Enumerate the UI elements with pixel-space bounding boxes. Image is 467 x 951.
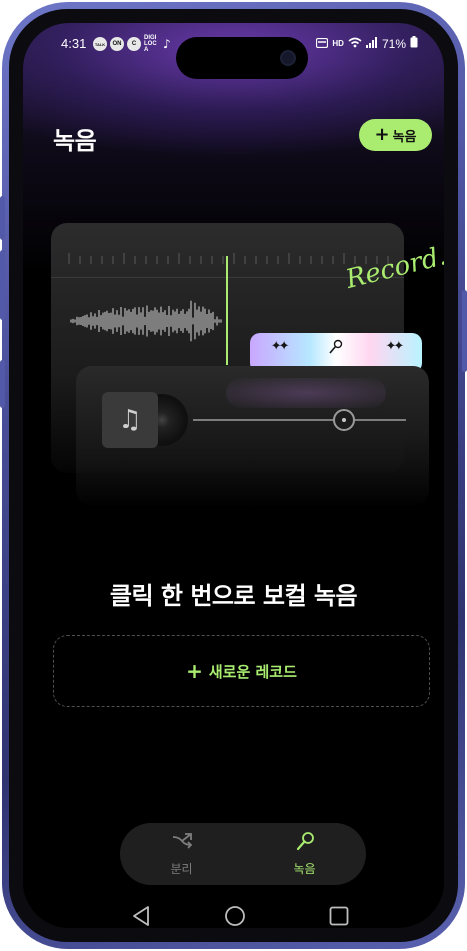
home-icon[interactable] [224,905,246,928]
tab-record[interactable]: 녹음 [243,823,366,885]
page-title: 녹음 [53,127,97,155]
plus-icon: + [374,124,390,145]
wifi-icon [348,37,362,51]
battery-icon [410,36,418,51]
back-icon[interactable] [131,905,151,928]
player-card: ♫ [76,366,429,506]
tab-split[interactable]: 분리 [120,823,243,885]
talk-icon: TALK [93,37,107,51]
music-note-icon: ♫ [118,405,142,435]
microphone-icon [328,339,344,359]
tab-record-label: 녹음 [293,862,316,876]
add-record-label: 녹음 [392,129,417,145]
volume-up-button [0,196,5,240]
signal-icon [365,36,378,51]
power-button [462,290,467,372]
notification-icons: TALK ON C DIGI LOCA ♪ [93,35,171,53]
plus-icon: + [186,659,203,683]
camera-icon [280,50,296,66]
bottom-tab-bar: 분리 녹음 [120,823,366,885]
split-icon [171,831,193,854]
tab-split-label: 분리 [170,862,193,876]
digiloca-icon: DIGI LOCA [144,35,157,53]
album-art: ♫ [102,392,158,448]
headline: 클릭 한 번으로 보컬 녹음 [109,582,358,610]
tiktok-icon: ♪ [163,37,171,51]
new-record-button[interactable]: + 새로운 레코드 [53,635,430,707]
dynamic-island [176,37,308,79]
volume-down-button [0,250,5,320]
status-time: 4:31 [61,36,87,51]
glow-decoration [226,378,386,408]
phone-bezel: 4:31 TALK ON C DIGI LOCA ♪ HD 71% 녹음 + 녹… [9,9,458,942]
battery-percent: 71% [381,36,406,51]
message-icon [316,37,329,51]
sparkle-icon: ✦✦ [270,339,290,354]
microphone-icon [295,831,315,854]
playback-slider-thumb [333,409,355,431]
recents-icon[interactable] [329,905,349,928]
playback-slider-track [193,419,406,421]
system-nav-bar [23,905,444,928]
status-right-icons: HD 71% [316,36,418,51]
status-bar: 4:31 TALK ON C DIGI LOCA ♪ HD 71% [23,23,444,79]
on-icon: ON [110,37,124,51]
recording-illustration: Record. ✦✦ ✦✦ ♫ [51,223,444,523]
sparkle-icon: ✦✦ [385,339,404,354]
hd-icon: HD [332,39,344,48]
action-button [0,360,5,408]
add-record-button[interactable]: + 녹음 [359,119,432,151]
screen: 4:31 TALK ON C DIGI LOCA ♪ HD 71% 녹음 + 녹… [23,23,444,928]
new-record-label: 새로운 레코드 [208,662,297,681]
c-icon: C [127,37,141,51]
